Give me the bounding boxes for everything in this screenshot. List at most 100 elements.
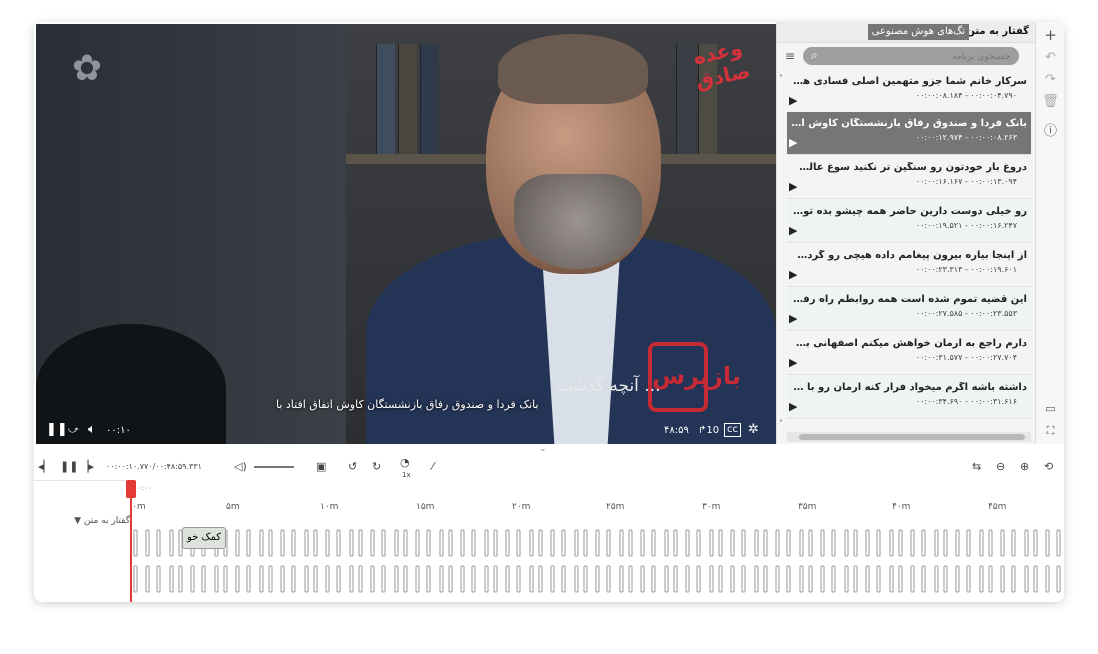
segment-block[interactable] — [415, 565, 420, 593]
segment-item[interactable]: این قضیه تموم شده است همه روابطم راه رفت… — [787, 288, 1031, 331]
segment-block[interactable] — [741, 565, 746, 593]
segment-item[interactable]: سرکار خانم شما جزو متهمین اصلی فسادی هست… — [787, 70, 1031, 113]
segment-block[interactable] — [325, 565, 330, 593]
play-icon[interactable]: ▶ — [789, 136, 797, 149]
segment-block[interactable] — [820, 565, 825, 593]
segment-block[interactable] — [844, 529, 849, 557]
segment-block[interactable] — [799, 529, 804, 557]
filter-icon[interactable]: ≡ — [785, 49, 797, 63]
segment-block[interactable] — [889, 565, 894, 593]
segment-block[interactable] — [235, 565, 240, 593]
segment-block[interactable] — [381, 529, 386, 557]
prev-frame-icon[interactable]: ◂▏ — [38, 460, 52, 474]
tab-ai-tags[interactable]: تگ‌های هوش مصنوعی — [867, 24, 969, 40]
segment-item[interactable]: از اینجا بیاره بیرون پیغامم داده هیچی رو… — [787, 244, 1031, 287]
segment-block[interactable] — [808, 565, 813, 593]
segment-block[interactable] — [574, 529, 579, 557]
segment-block[interactable] — [259, 529, 264, 557]
segment-item[interactable]: دروغ بار خودتون رو سنگین تر نکنید سوغ عا… — [787, 156, 1031, 199]
segment-block[interactable] — [460, 565, 465, 593]
segment-block[interactable] — [448, 565, 453, 593]
redo-icon[interactable]: ↷ — [1036, 72, 1064, 87]
segment-block[interactable] — [831, 565, 836, 593]
segment-block[interactable] — [1045, 565, 1050, 593]
segment-block[interactable] — [381, 565, 386, 593]
segment-block[interactable] — [471, 529, 476, 557]
playhead[interactable] — [130, 480, 132, 602]
settings-icon[interactable]: ✲ — [748, 422, 759, 438]
segment-block[interactable] — [628, 529, 633, 557]
segment-item[interactable]: داشته باشه اگرم میخواد فرار کنه ارمان رو… — [787, 376, 1031, 419]
segment-block[interactable] — [988, 529, 993, 557]
segment-block[interactable] — [1056, 565, 1061, 593]
segment-block[interactable] — [201, 565, 206, 593]
segment-block[interactable] — [730, 565, 735, 593]
segment-block[interactable] — [291, 565, 296, 593]
segment-block[interactable] — [1033, 529, 1038, 557]
segment-block[interactable] — [349, 565, 354, 593]
segment-block[interactable] — [133, 529, 138, 557]
segment-block[interactable] — [448, 529, 453, 557]
segment-block[interactable] — [493, 529, 498, 557]
collapse-chevron-icon[interactable]: ⌄ — [539, 444, 547, 454]
search-input[interactable] — [829, 48, 1013, 66]
segment-block[interactable] — [235, 529, 240, 557]
segment-block[interactable] — [583, 529, 588, 557]
segment-block[interactable] — [336, 565, 341, 593]
segment-block[interactable] — [538, 565, 543, 593]
segment-block[interactable] — [921, 565, 926, 593]
segment-block[interactable] — [169, 565, 174, 593]
segment-block[interactable] — [313, 565, 318, 593]
play-icon[interactable]: ▶ — [789, 94, 797, 107]
segment-block[interactable] — [493, 565, 498, 593]
segment-block[interactable] — [574, 565, 579, 593]
segment-block[interactable] — [1033, 565, 1038, 593]
timeline-tag[interactable]: کمک خو — [182, 527, 226, 549]
segment-block[interactable] — [651, 529, 656, 557]
segment-item[interactable]: بانک فردا و صندوق رفاق بازنشستگان کاوش ا… — [787, 112, 1031, 155]
caption-icon[interactable]: ▣ — [316, 460, 326, 474]
segment-block[interactable] — [754, 529, 759, 557]
segment-block[interactable] — [190, 565, 195, 593]
segment-block[interactable] — [673, 529, 678, 557]
segment-block[interactable] — [943, 565, 948, 593]
segment-block[interactable] — [1011, 529, 1016, 557]
segment-block[interactable] — [741, 529, 746, 557]
volume-slider[interactable] — [254, 466, 294, 468]
segment-block[interactable] — [820, 529, 825, 557]
segment-block[interactable] — [370, 565, 375, 593]
segment-block[interactable] — [1000, 565, 1005, 593]
segment-block[interactable] — [966, 529, 971, 557]
segment-block[interactable] — [313, 529, 318, 557]
segment-block[interactable] — [808, 529, 813, 557]
segment-block[interactable] — [145, 529, 150, 557]
segment-item[interactable]: رو خیلی دوست دارین حاضر همه چیشو بده تو … — [787, 200, 1031, 243]
segment-block[interactable] — [718, 529, 723, 557]
segment-block[interactable] — [988, 565, 993, 593]
pause-icon[interactable]: ❚❚ — [60, 460, 78, 474]
segment-block[interactable] — [583, 565, 588, 593]
cc-icon[interactable]: cc — [724, 423, 741, 437]
segment-block[interactable] — [865, 529, 870, 557]
segment-block[interactable] — [934, 529, 939, 557]
segment-block[interactable] — [538, 529, 543, 557]
timeline-ruler[interactable]: ۰m ۵m ۱۰m ۱۵m ۲۰m ۲۵m ۳۰m ۳۵m ۴۰m ۴۵m — [130, 480, 1064, 512]
fullscreen-icon[interactable]: ⛶ — [1036, 424, 1064, 438]
segment-block[interactable] — [709, 565, 714, 593]
segment-block[interactable] — [853, 565, 858, 593]
segment-block[interactable] — [799, 565, 804, 593]
segment-block[interactable] — [439, 565, 444, 593]
segment-block[interactable] — [426, 565, 431, 593]
segment-block[interactable] — [606, 565, 611, 593]
segment-block[interactable] — [214, 565, 219, 593]
segment-block[interactable] — [718, 565, 723, 593]
segment-block[interactable] — [505, 565, 510, 593]
segment-block[interactable] — [145, 565, 150, 593]
volume-icon[interactable]: 🔈︎ — [88, 422, 96, 438]
forward-icon[interactable]: ↻ — [372, 460, 381, 474]
forward10-icon[interactable]: ↱10 — [698, 423, 719, 439]
play-icon[interactable]: ▶ — [789, 312, 797, 325]
segment-block[interactable] — [898, 529, 903, 557]
play-icon[interactable]: ▶ — [789, 268, 797, 281]
cut-icon[interactable]: ⁄ — [432, 460, 434, 474]
